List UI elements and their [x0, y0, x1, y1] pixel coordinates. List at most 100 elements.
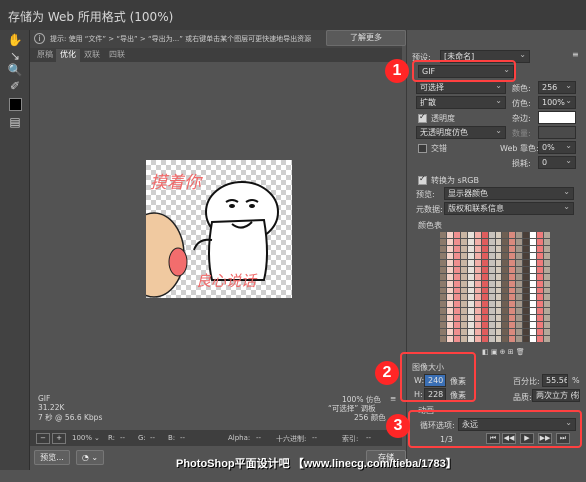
- color-table-swatch[interactable]: [474, 259, 481, 266]
- color-table-swatch[interactable]: [440, 287, 446, 294]
- color-table-swatch[interactable]: [544, 252, 550, 259]
- color-table-swatch[interactable]: [481, 273, 488, 280]
- color-table-swatch[interactable]: [495, 273, 502, 280]
- color-table-swatch[interactable]: [544, 232, 550, 238]
- color-table-swatch[interactable]: [516, 252, 523, 259]
- color-table-swatch[interactable]: [544, 280, 550, 287]
- color-table-swatch[interactable]: [440, 252, 446, 259]
- color-table-swatch[interactable]: [446, 259, 453, 266]
- color-table-swatch[interactable]: [502, 287, 509, 294]
- color-table-swatch[interactable]: [481, 280, 488, 287]
- color-table-swatch[interactable]: [488, 287, 495, 294]
- color-table-swatch[interactable]: [481, 259, 488, 266]
- color-table-swatch[interactable]: [474, 294, 481, 301]
- color-table-swatch[interactable]: [460, 336, 467, 342]
- transparency-checkbox[interactable]: [418, 112, 427, 123]
- color-table-swatch[interactable]: [502, 245, 509, 252]
- zoom-out-button[interactable]: −: [36, 433, 50, 444]
- color-table-swatch[interactable]: [453, 238, 460, 245]
- color-table-swatch[interactable]: [516, 329, 523, 336]
- color-table-swatch[interactable]: [530, 301, 537, 308]
- color-table-swatch[interactable]: [440, 273, 446, 280]
- color-table-swatch[interactable]: [440, 329, 446, 336]
- color-table-swatch[interactable]: [474, 315, 481, 322]
- color-table-swatch[interactable]: [516, 259, 523, 266]
- color-table-swatch[interactable]: [474, 266, 481, 273]
- color-table-swatch[interactable]: [453, 336, 460, 342]
- color-table-swatch[interactable]: [495, 280, 502, 287]
- matte-swatch[interactable]: [538, 111, 576, 124]
- color-table-swatch[interactable]: [467, 259, 474, 266]
- color-table-swatch[interactable]: [516, 266, 523, 273]
- color-table-swatch[interactable]: [516, 280, 523, 287]
- color-table-swatch[interactable]: [523, 308, 530, 315]
- color-table-swatch[interactable]: [460, 232, 467, 238]
- color-table-swatch[interactable]: [530, 232, 537, 238]
- color-table-swatch[interactable]: [474, 287, 481, 294]
- color-table-swatch[interactable]: [509, 287, 516, 294]
- color-table-swatch[interactable]: [523, 315, 530, 322]
- zoom-in-button[interactable]: +: [52, 433, 66, 444]
- convert-srgb-checkbox[interactable]: [418, 174, 427, 185]
- color-table-swatch[interactable]: [537, 252, 544, 259]
- color-table-swatch[interactable]: [516, 245, 523, 252]
- color-table-swatch[interactable]: [530, 273, 537, 280]
- color-table-swatch[interactable]: [460, 322, 467, 329]
- color-table-swatch[interactable]: [460, 294, 467, 301]
- color-table-swatch[interactable]: [488, 308, 495, 315]
- color-table-swatch[interactable]: [467, 245, 474, 252]
- color-table-swatch[interactable]: [530, 266, 537, 273]
- browser-select-button[interactable]: ◔ ⌄: [76, 450, 104, 465]
- color-table-swatch[interactable]: [495, 287, 502, 294]
- color-table-swatch[interactable]: [488, 238, 495, 245]
- color-table-swatch[interactable]: [509, 301, 516, 308]
- color-table-swatch[interactable]: [530, 238, 537, 245]
- color-table-swatch[interactable]: [502, 301, 509, 308]
- color-table-swatch[interactable]: [502, 294, 509, 301]
- color-table-swatch[interactable]: [537, 308, 544, 315]
- color-table-swatch[interactable]: [530, 336, 537, 342]
- color-table-swatch[interactable]: [488, 301, 495, 308]
- color-table-swatch[interactable]: [481, 252, 488, 259]
- lossy-field[interactable]: 0: [538, 156, 576, 169]
- info-menu-icon[interactable]: ≡: [390, 394, 396, 403]
- color-table-swatch[interactable]: [460, 287, 467, 294]
- color-table-swatch[interactable]: [467, 322, 474, 329]
- color-table-swatch[interactable]: [537, 329, 544, 336]
- color-table-swatch[interactable]: [467, 336, 474, 342]
- color-table-swatch[interactable]: [446, 266, 453, 273]
- color-table-swatch[interactable]: [516, 322, 523, 329]
- color-table-swatch[interactable]: [495, 252, 502, 259]
- color-table-swatch[interactable]: [509, 259, 516, 266]
- color-table-swatch[interactable]: [460, 238, 467, 245]
- color-table-swatch[interactable]: [460, 329, 467, 336]
- color-table-swatch[interactable]: [453, 232, 460, 238]
- color-table-swatch[interactable]: [537, 280, 544, 287]
- color-table-swatch[interactable]: [440, 266, 446, 273]
- color-table-swatch[interactable]: [523, 238, 530, 245]
- tab-optimized[interactable]: 优化: [56, 49, 80, 62]
- color-table-swatch[interactable]: [453, 315, 460, 322]
- transparency-dither-select[interactable]: 无透明度仿色: [416, 126, 506, 139]
- color-table-swatch[interactable]: [446, 238, 453, 245]
- color-table-swatch[interactable]: [523, 280, 530, 287]
- color-table-swatch[interactable]: [440, 259, 446, 266]
- color-table-swatch[interactable]: [537, 322, 544, 329]
- color-table-swatch[interactable]: [488, 336, 495, 342]
- color-table-swatch[interactable]: [474, 252, 481, 259]
- color-table-swatch[interactable]: [446, 322, 453, 329]
- color-table-swatch[interactable]: [453, 294, 460, 301]
- color-table-swatch[interactable]: [474, 329, 481, 336]
- color-table-swatch[interactable]: [516, 315, 523, 322]
- color-table-swatch[interactable]: [481, 245, 488, 252]
- color-table-swatch[interactable]: [467, 252, 474, 259]
- color-table-swatch[interactable]: [495, 308, 502, 315]
- color-table-swatch[interactable]: [509, 252, 516, 259]
- color-table-swatch[interactable]: [488, 245, 495, 252]
- color-table-swatch[interactable]: [509, 315, 516, 322]
- color-table-swatch[interactable]: [544, 266, 550, 273]
- color-table-swatch[interactable]: [509, 245, 516, 252]
- color-table-swatch[interactable]: [509, 322, 516, 329]
- color-table-swatch[interactable]: [530, 308, 537, 315]
- color-table-swatch[interactable]: [495, 238, 502, 245]
